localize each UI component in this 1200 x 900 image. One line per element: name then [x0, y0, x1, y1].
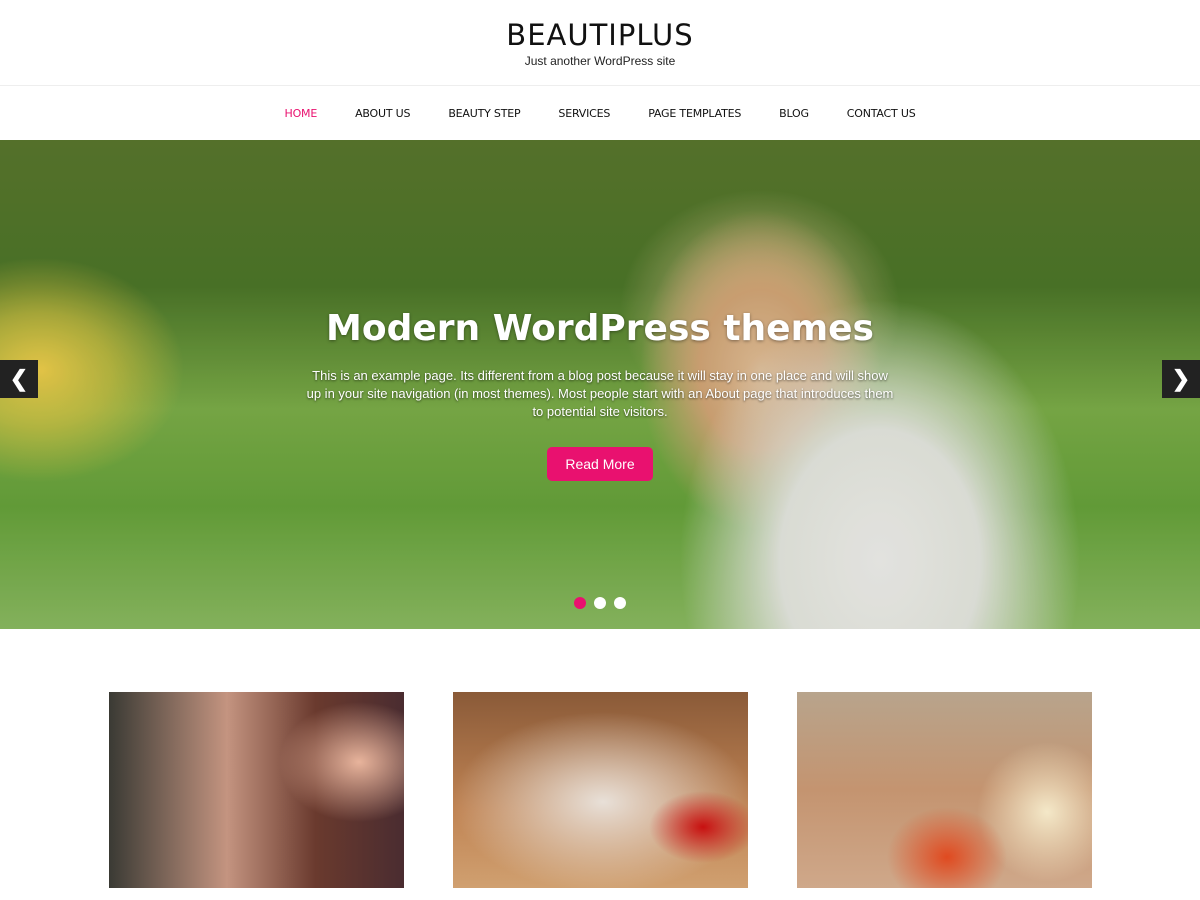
- nav-services[interactable]: SERVICES: [558, 107, 610, 120]
- slider-dot-2[interactable]: [594, 597, 606, 609]
- nav-blog[interactable]: BLOG: [779, 107, 809, 120]
- slider-dot-3[interactable]: [614, 597, 626, 609]
- site-tagline: Just another WordPress site: [524, 54, 676, 68]
- feature-image-hearts[interactable]: [453, 692, 748, 888]
- featured-posts: [0, 629, 1200, 888]
- slider-dot-1[interactable]: [574, 597, 586, 609]
- slide-caption: Modern WordPress themes This is an examp…: [0, 308, 1200, 481]
- feature-image-shoes[interactable]: [797, 692, 1092, 888]
- read-more-button[interactable]: Read More: [547, 447, 653, 481]
- feature-image-watch[interactable]: [109, 692, 404, 888]
- nav-page-templates[interactable]: PAGE TEMPLATES: [648, 107, 741, 120]
- slide-heading: Modern WordPress themes: [326, 308, 874, 349]
- chevron-left-icon[interactable]: ❮: [0, 360, 38, 398]
- slider-pagination: [0, 597, 1200, 609]
- hero-slider: Modern WordPress themes This is an examp…: [0, 140, 1200, 629]
- slide-text: This is an example page. Its different f…: [306, 368, 894, 419]
- site-title[interactable]: BEAUTIPLUS: [0, 0, 1200, 52]
- nav-contact-us[interactable]: CONTACT US: [847, 107, 916, 120]
- site-header: BEAUTIPLUS Just another WordPress site: [0, 0, 1200, 86]
- nav-about-us[interactable]: ABOUT US: [355, 107, 410, 120]
- main-nav: HOME ABOUT US BEAUTY STEP SERVICES PAGE …: [0, 86, 1200, 140]
- chevron-right-icon[interactable]: ❯: [1162, 360, 1200, 398]
- nav-beauty-step[interactable]: BEAUTY STEP: [448, 107, 520, 120]
- nav-home[interactable]: HOME: [285, 107, 318, 120]
